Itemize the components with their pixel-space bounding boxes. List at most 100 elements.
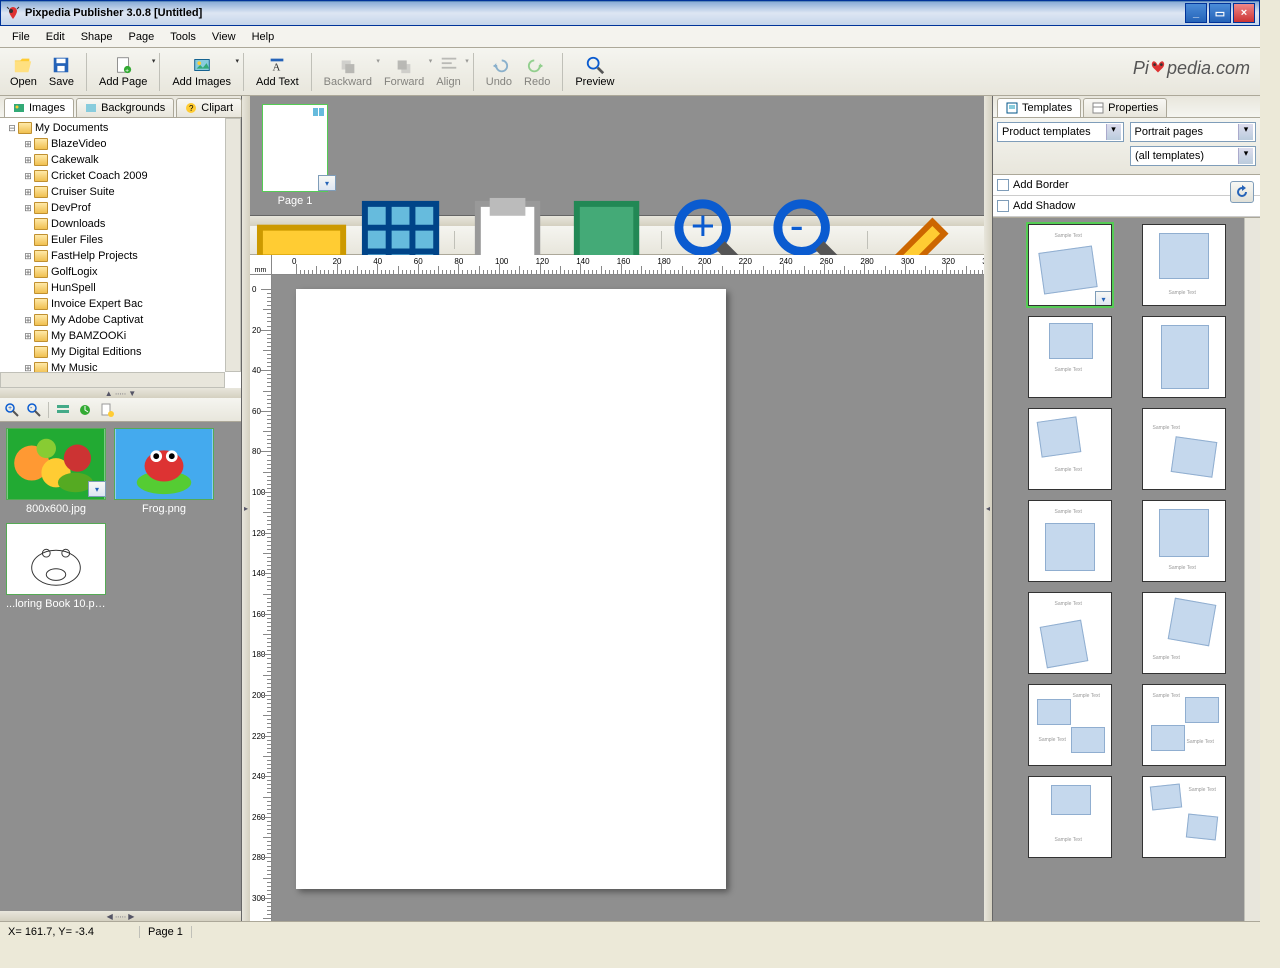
- tree-item[interactable]: HunSpell: [2, 280, 223, 296]
- new-file-icon[interactable]: [99, 402, 115, 418]
- tree-item[interactable]: ⊞GolfLogix: [2, 264, 223, 280]
- tree-item[interactable]: ⊞BlazeVideo: [2, 136, 223, 152]
- left-panel: ImagesBackgrounds?Clipart ⊟My Documents⊞…: [0, 96, 242, 921]
- template-item[interactable]: Sample Text: [1028, 776, 1112, 858]
- addpage-button[interactable]: +▾Add Page: [93, 53, 153, 90]
- refresh-templates-button[interactable]: [1230, 181, 1254, 203]
- template-item[interactable]: [1142, 316, 1226, 398]
- tree-item[interactable]: ⊞My BAMZOOKi: [2, 328, 223, 344]
- fwd-icon: [392, 55, 416, 75]
- menu-tools[interactable]: Tools: [162, 29, 204, 45]
- template-item[interactable]: Sample Text: [1142, 500, 1226, 582]
- template-dd-button[interactable]: ▾: [1095, 291, 1112, 306]
- left-splitter[interactable]: ▲ ∙∙∙∙∙ ▼: [0, 388, 241, 398]
- template-item[interactable]: Sample Text: [1142, 408, 1226, 490]
- forward-button: ▾Forward: [378, 53, 430, 90]
- tab-properties[interactable]: Properties: [1083, 98, 1167, 117]
- page-label: Page 1: [278, 195, 313, 207]
- menu-help[interactable]: Help: [244, 29, 283, 45]
- menu-page[interactable]: Page: [121, 29, 163, 45]
- tree-item[interactable]: Euler Files: [2, 232, 223, 248]
- zoom-in-icon[interactable]: +: [4, 402, 20, 418]
- template-item[interactable]: Sample Text: [1142, 776, 1226, 858]
- add-border-checkbox[interactable]: [997, 179, 1009, 191]
- text-icon: A: [265, 55, 289, 75]
- zoom-out-icon[interactable]: -: [26, 402, 42, 418]
- refresh-thumbs-icon[interactable]: [77, 402, 93, 418]
- canvas-toolbar: + -: [250, 226, 984, 255]
- template-grid: Sample Text▾Sample TextSample TextSample…: [993, 218, 1260, 921]
- ruler-corner: mm: [250, 255, 272, 275]
- tree-item[interactable]: ⊞My Music: [2, 360, 223, 372]
- left-split[interactable]: ▸: [242, 96, 250, 921]
- menu-file[interactable]: File: [4, 29, 38, 45]
- tree-item[interactable]: ⊞FastHelp Projects: [2, 248, 223, 264]
- template-item[interactable]: Sample Text: [1028, 316, 1112, 398]
- svg-text:+: +: [125, 67, 129, 74]
- image-thumb[interactable]: ▾800x600.jpg: [6, 428, 106, 515]
- folder-tree: ⊟My Documents⊞BlazeVideo⊞Cakewalk⊞Cricke…: [0, 118, 241, 388]
- svg-text:?: ?: [189, 104, 194, 113]
- addimages-button[interactable]: ▾Add Images: [166, 53, 237, 90]
- menu-edit[interactable]: Edit: [38, 29, 73, 45]
- tree-item[interactable]: ⊞Cruiser Suite: [2, 184, 223, 200]
- product-template-combo[interactable]: Product templates: [997, 122, 1124, 142]
- minimize-button[interactable]: _: [1185, 3, 1207, 23]
- backward-button: ▾Backward: [318, 53, 378, 90]
- tree-hscroll[interactable]: [0, 372, 225, 388]
- tree-item[interactable]: ⊟My Documents: [2, 120, 223, 136]
- template-item[interactable]: Sample TextSample Text: [1028, 684, 1112, 766]
- left-tabs: ImagesBackgrounds?Clipart: [0, 96, 241, 118]
- addtext-button[interactable]: AAdd Text: [250, 53, 305, 90]
- template-item[interactable]: Sample Text: [1142, 592, 1226, 674]
- preview-button[interactable]: Preview: [569, 53, 620, 90]
- right-split[interactable]: ◂: [984, 96, 992, 921]
- add-shadow-checkbox[interactable]: [997, 200, 1009, 212]
- close-button[interactable]: ×: [1233, 3, 1255, 23]
- page-canvas[interactable]: [296, 289, 726, 889]
- tab-templates[interactable]: Templates: [997, 98, 1081, 117]
- page-thumb[interactable]: ▾ Page 1: [256, 104, 334, 207]
- menu-shape[interactable]: Shape: [73, 29, 121, 45]
- image-thumbs: ▾800x600.jpgFrog.png...loring Book 10.pn…: [0, 422, 241, 911]
- save-button[interactable]: Save: [43, 53, 80, 90]
- ruler-vertical: 0204060801001201401601802002202402602803…: [250, 275, 272, 921]
- refresh-icon: [1234, 184, 1250, 200]
- canvas-area[interactable]: [272, 275, 984, 921]
- tree-vscroll[interactable]: [225, 118, 241, 372]
- tab-clipart[interactable]: ?Clipart: [176, 98, 242, 117]
- page-orientation-combo[interactable]: Portrait pages: [1130, 122, 1257, 142]
- svg-text:A: A: [273, 61, 281, 73]
- add-border-label: Add Border: [1013, 179, 1069, 191]
- svg-text:-: -: [30, 405, 33, 412]
- image-thumb[interactable]: Frog.png: [114, 428, 214, 515]
- tree-item[interactable]: My Digital Editions: [2, 344, 223, 360]
- open-button[interactable]: Open: [4, 53, 43, 90]
- left-bottom-splitter[interactable]: ◀ ∙∙∙∙∙ ▶: [0, 911, 241, 921]
- template-item[interactable]: Sample Text: [1028, 408, 1112, 490]
- page-dd-button[interactable]: ▾: [318, 175, 336, 191]
- thumb-dd-button[interactable]: ▾: [88, 481, 106, 497]
- template-item[interactable]: Sample Text: [1028, 592, 1112, 674]
- redo-button: Redo: [518, 53, 556, 90]
- template-item[interactable]: Sample Text: [1142, 224, 1226, 306]
- tab-backgrounds[interactable]: Backgrounds: [76, 98, 174, 117]
- tree-item[interactable]: Downloads: [2, 216, 223, 232]
- tree-item[interactable]: Invoice Expert Bac: [2, 296, 223, 312]
- tree-item[interactable]: ⊞DevProf: [2, 200, 223, 216]
- menu-view[interactable]: View: [204, 29, 244, 45]
- tab-images[interactable]: Images: [4, 98, 74, 117]
- template-vscroll[interactable]: [1244, 218, 1260, 921]
- tree-item[interactable]: ⊞My Adobe Captivat: [2, 312, 223, 328]
- folder-open-icon: [11, 55, 35, 75]
- template-item[interactable]: Sample TextSample Text: [1142, 684, 1226, 766]
- template-item[interactable]: Sample Text▾: [1028, 224, 1112, 306]
- template-item[interactable]: Sample Text: [1028, 500, 1112, 582]
- image-thumb[interactable]: ...loring Book 10.png: [6, 523, 106, 610]
- tree-item[interactable]: ⊞Cakewalk: [2, 152, 223, 168]
- undo-icon: [487, 55, 511, 75]
- maximize-button[interactable]: ▭: [1209, 3, 1231, 23]
- view-list-icon[interactable]: [55, 402, 71, 418]
- tree-item[interactable]: ⊞Cricket Coach 2009: [2, 168, 223, 184]
- template-filter-combo[interactable]: (all templates): [1130, 146, 1256, 166]
